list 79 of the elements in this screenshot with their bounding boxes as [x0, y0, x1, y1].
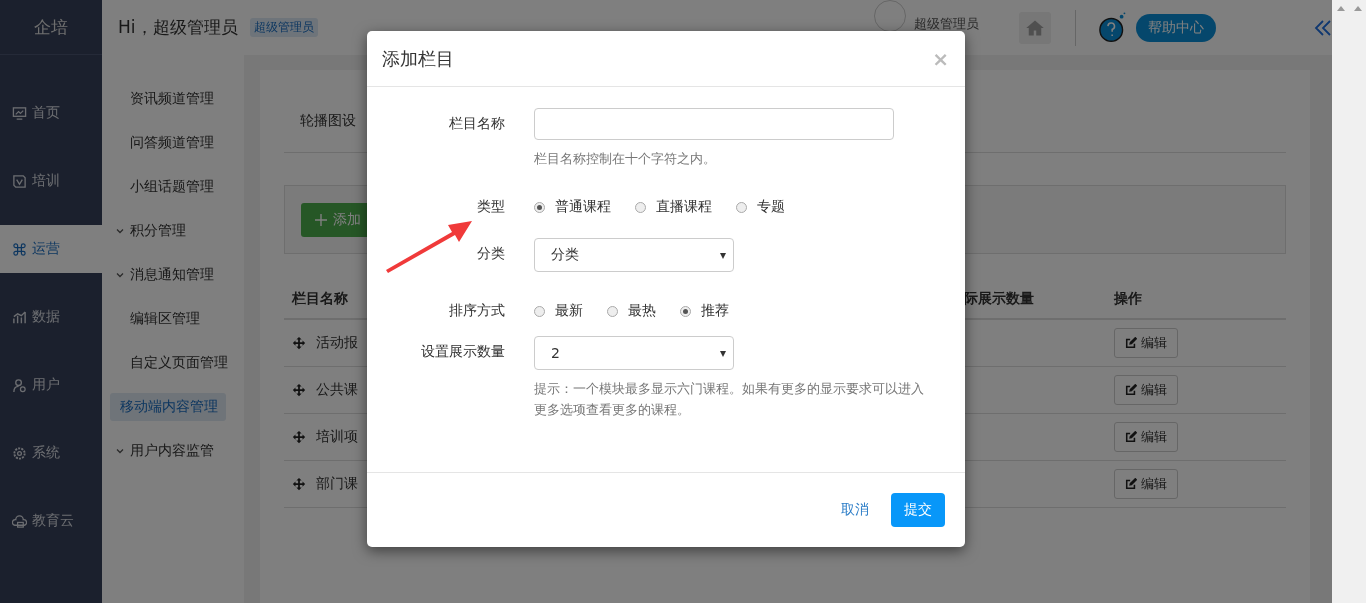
field-label: 类型 — [476, 198, 505, 216]
help-center-button[interactable]: 帮助中心 — [1136, 13, 1216, 42]
field-label: 栏目名称 — [448, 114, 505, 133]
submit-button[interactable]: 提交 — [891, 493, 945, 527]
monitor-icon — [12, 105, 27, 121]
submenu-item[interactable]: 编辑区管理 — [115, 305, 224, 333]
home-button[interactable] — [1019, 11, 1051, 44]
edit-button[interactable]: 编辑 — [1114, 328, 1178, 358]
move-icon[interactable] — [292, 383, 306, 397]
cloud-icon — [12, 513, 27, 529]
radio-label: 最新 — [555, 302, 583, 320]
help-text: 提示：一个模块最多显示六门课程。如果有更多的显示要求可以进入更多选项查看更多的课程。 — [534, 380, 925, 419]
chevron-icon — [115, 270, 125, 280]
edit-icon — [1125, 384, 1137, 396]
dropdown[interactable]: 2 — [534, 336, 734, 370]
submenu-item[interactable]: 移动端内容管理 — [110, 393, 226, 421]
book-icon — [12, 173, 27, 189]
move-icon[interactable] — [292, 477, 306, 491]
radio-button[interactable] — [736, 201, 747, 213]
sidebar-item[interactable]: 用户 — [0, 361, 102, 409]
dropdown[interactable]: 分类 — [534, 238, 734, 272]
edit-icon — [1125, 337, 1137, 349]
edit-button[interactable]: 编辑 — [1114, 469, 1178, 499]
command-icon — [12, 241, 27, 257]
column-header: 栏目名称 — [292, 290, 348, 308]
radio-button[interactable] — [635, 201, 646, 213]
field-label: 分类 — [476, 244, 505, 263]
caret-icon — [720, 253, 726, 259]
sidebar-item[interactable]: 数据 — [0, 293, 102, 341]
chevron-icon — [115, 226, 125, 236]
field-label: 设置展示数量 — [420, 342, 505, 361]
column-header: 操作 — [1114, 290, 1142, 306]
submenu-item[interactable]: 用户内容监管 — [115, 437, 224, 465]
sidebar-item[interactable]: 系统 — [0, 429, 102, 477]
user-icon — [12, 377, 27, 393]
help-text: 栏目名称控制在十个字符之内。 — [534, 150, 717, 168]
bar-chart-icon — [12, 309, 27, 325]
move-icon[interactable] — [292, 336, 306, 350]
submenu-item[interactable]: 消息通知管理 — [115, 261, 224, 289]
role-tag: 超级管理员 — [249, 18, 318, 37]
move-icon[interactable] — [292, 430, 306, 444]
submenu-item[interactable]: 小组话题管理 — [115, 173, 224, 201]
edit-icon — [1125, 431, 1137, 443]
submenu-item[interactable]: 资讯频道管理 — [115, 85, 224, 113]
collapse-icon[interactable] — [1314, 18, 1332, 37]
radio-button[interactable] — [680, 305, 691, 317]
sidebar-item[interactable]: 首页 — [0, 89, 102, 137]
field-label: 排序方式 — [448, 302, 505, 320]
radio-button[interactable] — [534, 201, 545, 213]
user-name: 超级管理员 — [914, 14, 979, 33]
dialog-title: 添加栏目 — [382, 46, 454, 71]
radio-label: 直播课程 — [656, 198, 712, 216]
greeting-text: Hi，超级管理员 — [118, 16, 238, 39]
sidebar-item[interactable]: 培训 — [0, 157, 102, 205]
tab[interactable]: 轮播图设 — [284, 112, 356, 130]
radio-label: 推荐 — [701, 302, 729, 320]
cancel-link[interactable]: 取消 — [841, 501, 869, 519]
radio-button[interactable] — [534, 305, 545, 317]
sidebar-item[interactable]: 运营 — [0, 225, 102, 273]
edit-button[interactable]: 编辑 — [1114, 422, 1178, 452]
edit-icon — [1125, 478, 1137, 490]
radio-label: 普通课程 — [555, 198, 611, 216]
settings-icon — [12, 445, 27, 461]
table-cell: 公共课 — [316, 381, 358, 399]
plus-icon — [315, 213, 327, 226]
edit-button[interactable]: 编辑 — [1114, 375, 1178, 405]
submenu-item[interactable]: 问答频道管理 — [115, 129, 224, 157]
table-cell: 培训项 — [316, 428, 358, 446]
sidebar-item[interactable]: 教育云 — [0, 497, 102, 545]
radio-label: 最热 — [628, 302, 656, 320]
caret-icon — [720, 351, 726, 357]
column-header: 际展示数量 — [964, 290, 1034, 306]
submenu-item[interactable]: 积分管理 — [115, 217, 224, 245]
chevron-icon — [115, 446, 125, 456]
table-cell: 部门课 — [316, 475, 358, 493]
table-cell: 活动报 — [316, 334, 358, 352]
radio-label: 专题 — [757, 198, 785, 216]
input-field[interactable] — [534, 108, 894, 140]
radio-button[interactable] — [607, 305, 618, 317]
